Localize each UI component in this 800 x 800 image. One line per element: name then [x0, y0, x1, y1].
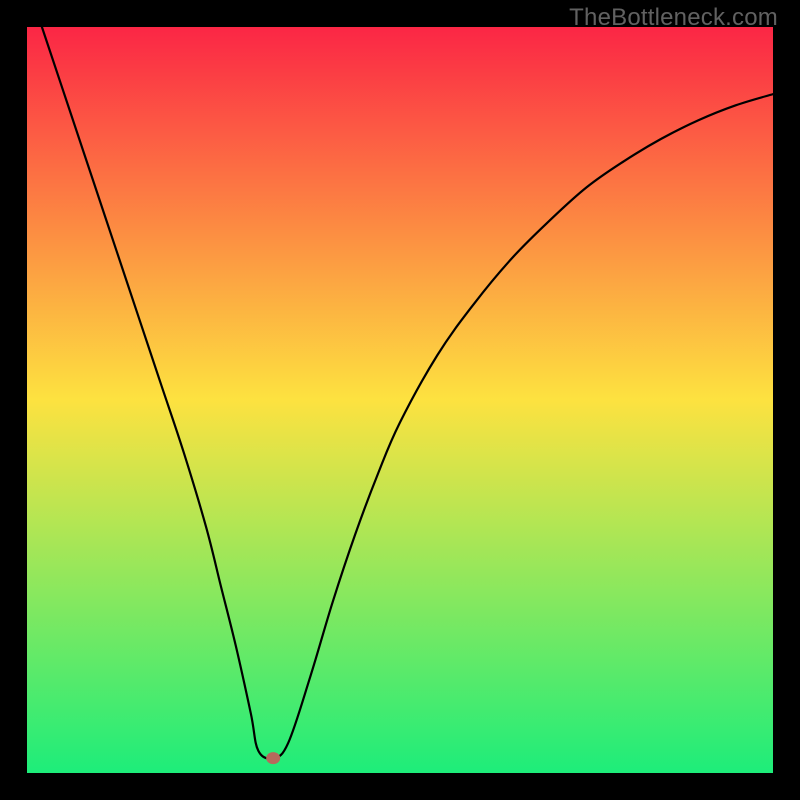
- plot-svg: [27, 27, 773, 773]
- plot-area: [27, 27, 773, 773]
- optimum-marker: [266, 752, 280, 764]
- chart-frame: TheBottleneck.com: [0, 0, 800, 800]
